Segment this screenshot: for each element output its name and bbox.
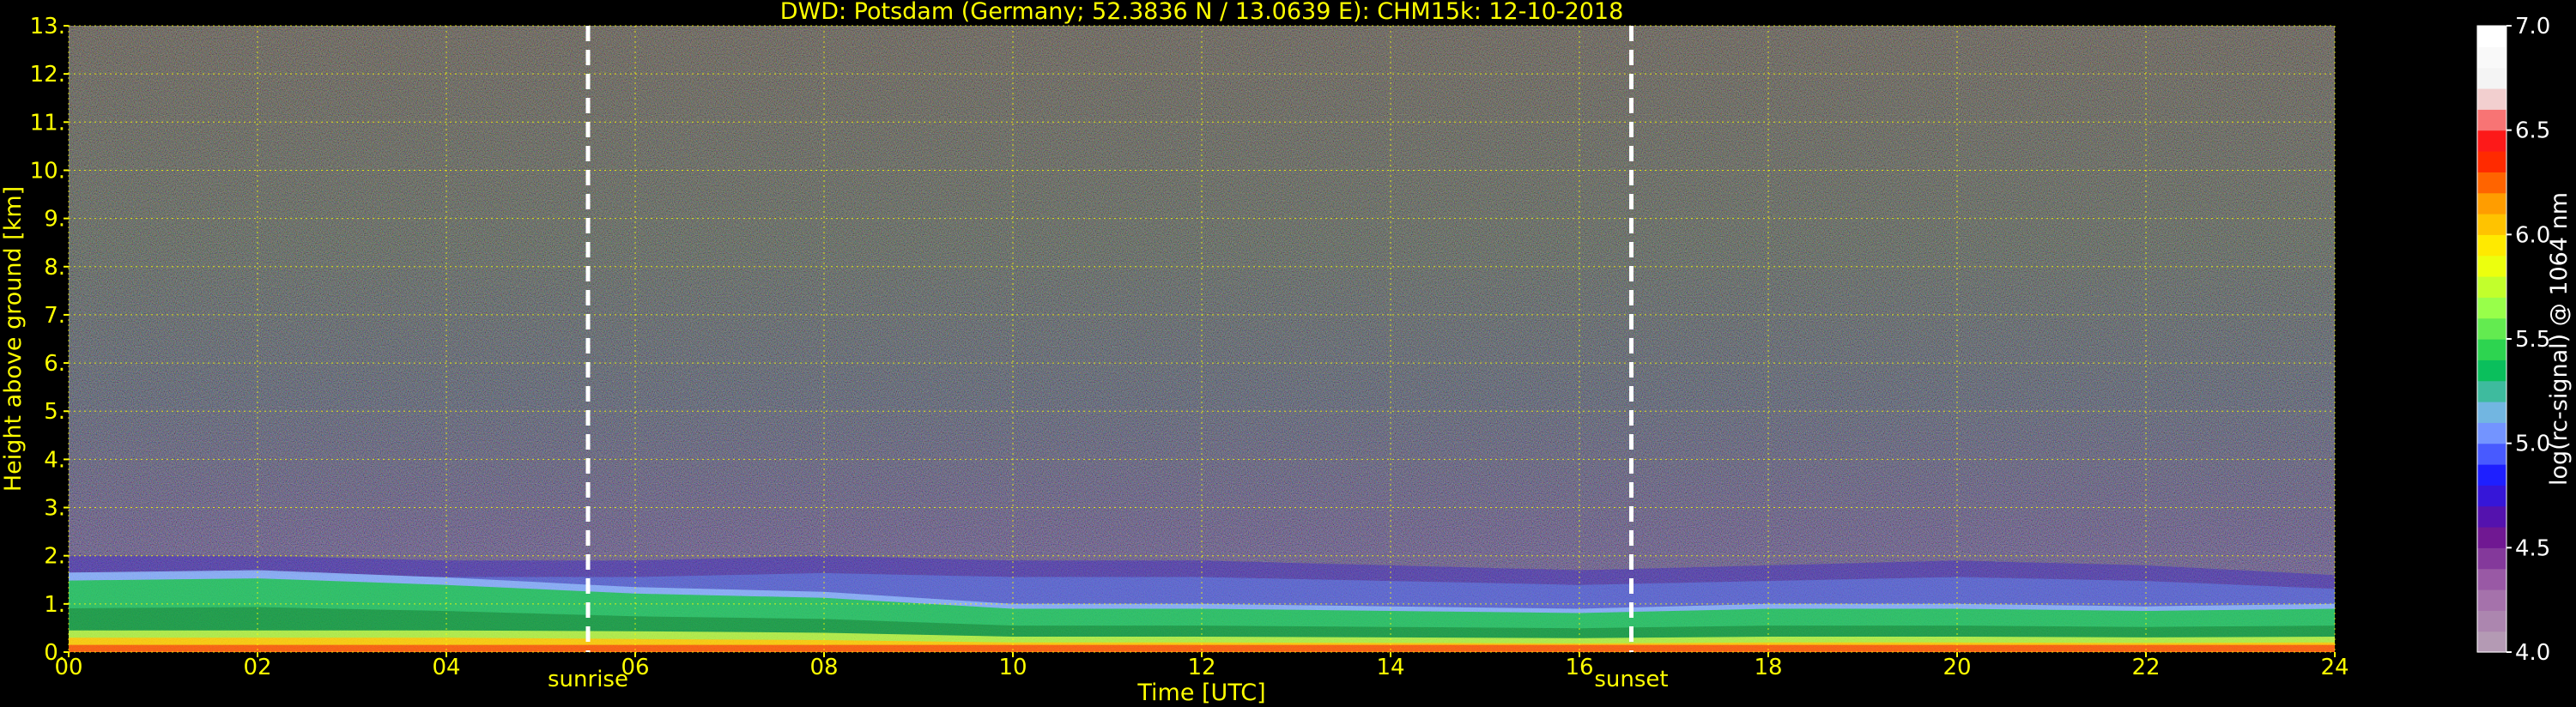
colorbar-segment [2477, 402, 2506, 423]
y-tick-label: 5. [44, 399, 65, 425]
colorbar-segment [2477, 464, 2506, 486]
sunset-label: sunset [1594, 667, 1668, 692]
colorbar-segment [2477, 297, 2506, 319]
colorbar-segment [2477, 26, 2506, 47]
sunrise-label: sunrise [548, 667, 628, 692]
colorbar-segment [2477, 547, 2506, 570]
colorbar-segment [2477, 151, 2506, 172]
colorbar-segment [2477, 46, 2506, 69]
x-tick-label: 18 [1754, 655, 1782, 680]
x-tick-label: 08 [809, 655, 838, 680]
y-tick-label: 4. [44, 447, 65, 473]
colorbar: 4.04.55.05.56.06.57.0 [2476, 14, 2550, 666]
y-tick-label: 3. [44, 496, 65, 522]
x-tick-label: 12 [1187, 655, 1215, 680]
y-tick-label: 1. [44, 592, 65, 618]
colorbar-segment [2477, 568, 2506, 590]
y-axis: 0. 1. 2. 3. 4. 5. 6. 7. 8. 9. 10. 11. 12. 13. [30, 14, 69, 666]
colorbar-tick-label: 4.5 [2515, 535, 2550, 561]
y-tick-label: 11. [30, 110, 65, 136]
y-tick-label: 13. [30, 14, 65, 39]
colorbar-segment [2477, 234, 2506, 257]
colorbar-segment [2477, 214, 2506, 235]
colorbar-segment [2477, 130, 2506, 152]
x-axis-label: Time [UTC] [1136, 680, 1265, 706]
y-tick-label: 7. [44, 303, 65, 329]
colorbar-segment [2477, 192, 2506, 215]
y-tick-label: 10. [30, 158, 65, 184]
colorbar-segment [2477, 631, 2506, 653]
y-tick-label: 8. [44, 255, 65, 281]
x-tick-label: 02 [243, 655, 271, 680]
colorbar-segment [2477, 443, 2506, 465]
colorbar-segment [2477, 485, 2506, 507]
x-tick-label: 16 [1565, 655, 1593, 680]
x-tick-label: 20 [1943, 655, 1971, 680]
colorbar-segment [2477, 109, 2506, 131]
colorbar-segment [2477, 88, 2506, 110]
x-tick-label: 14 [1376, 655, 1404, 680]
colorbar-segment [2477, 276, 2506, 298]
x-axis: 00 02 04 06 08 10 12 14 16 18 20 22 24 [54, 652, 2349, 680]
colorbar-tick-label: 4.0 [2515, 640, 2550, 666]
chart-title: DWD: Potsdam (Germany; 52.3836 N / 13.06… [780, 0, 1624, 25]
colorbar-segment [2477, 422, 2506, 444]
colorbar-segment [2477, 255, 2506, 277]
y-tick-label: 2. [44, 544, 65, 570]
y-tick-label: 12. [30, 62, 65, 88]
colorbar-segment [2477, 67, 2506, 89]
y-tick-label: 0. [44, 640, 65, 666]
colorbar-segment [2477, 527, 2506, 548]
colorbar-tick-label: 6.5 [2515, 118, 2550, 144]
y-axis-label: Height above ground [km] [0, 186, 27, 492]
colorbar-label: log(rc-signal) @ 1064 nm [2546, 192, 2573, 486]
colorbar-segment [2477, 610, 2506, 632]
x-tick-label: 10 [998, 655, 1027, 680]
colorbar-segment [2477, 360, 2506, 382]
colorbar-segment [2477, 380, 2506, 402]
x-tick-label: 22 [2131, 655, 2160, 680]
colorbar-segment [2477, 317, 2506, 340]
colorbar-tick-label: 7.0 [2515, 14, 2550, 39]
colorbar-segment [2477, 339, 2506, 360]
ceilometer-chart: sunrise sunset 00 02 04 06 08 10 12 14 16 18 20 22 24… [0, 0, 2573, 706]
x-tick-label: 24 [2320, 655, 2349, 680]
colorbar-segment [2477, 589, 2506, 611]
y-tick-label: 9. [44, 207, 65, 233]
x-tick-label: 06 [621, 655, 649, 680]
x-tick-label: 04 [432, 655, 460, 680]
colorbar-segment [2477, 172, 2506, 194]
y-tick-label: 6. [44, 351, 65, 377]
colorbar-segment [2477, 505, 2506, 528]
